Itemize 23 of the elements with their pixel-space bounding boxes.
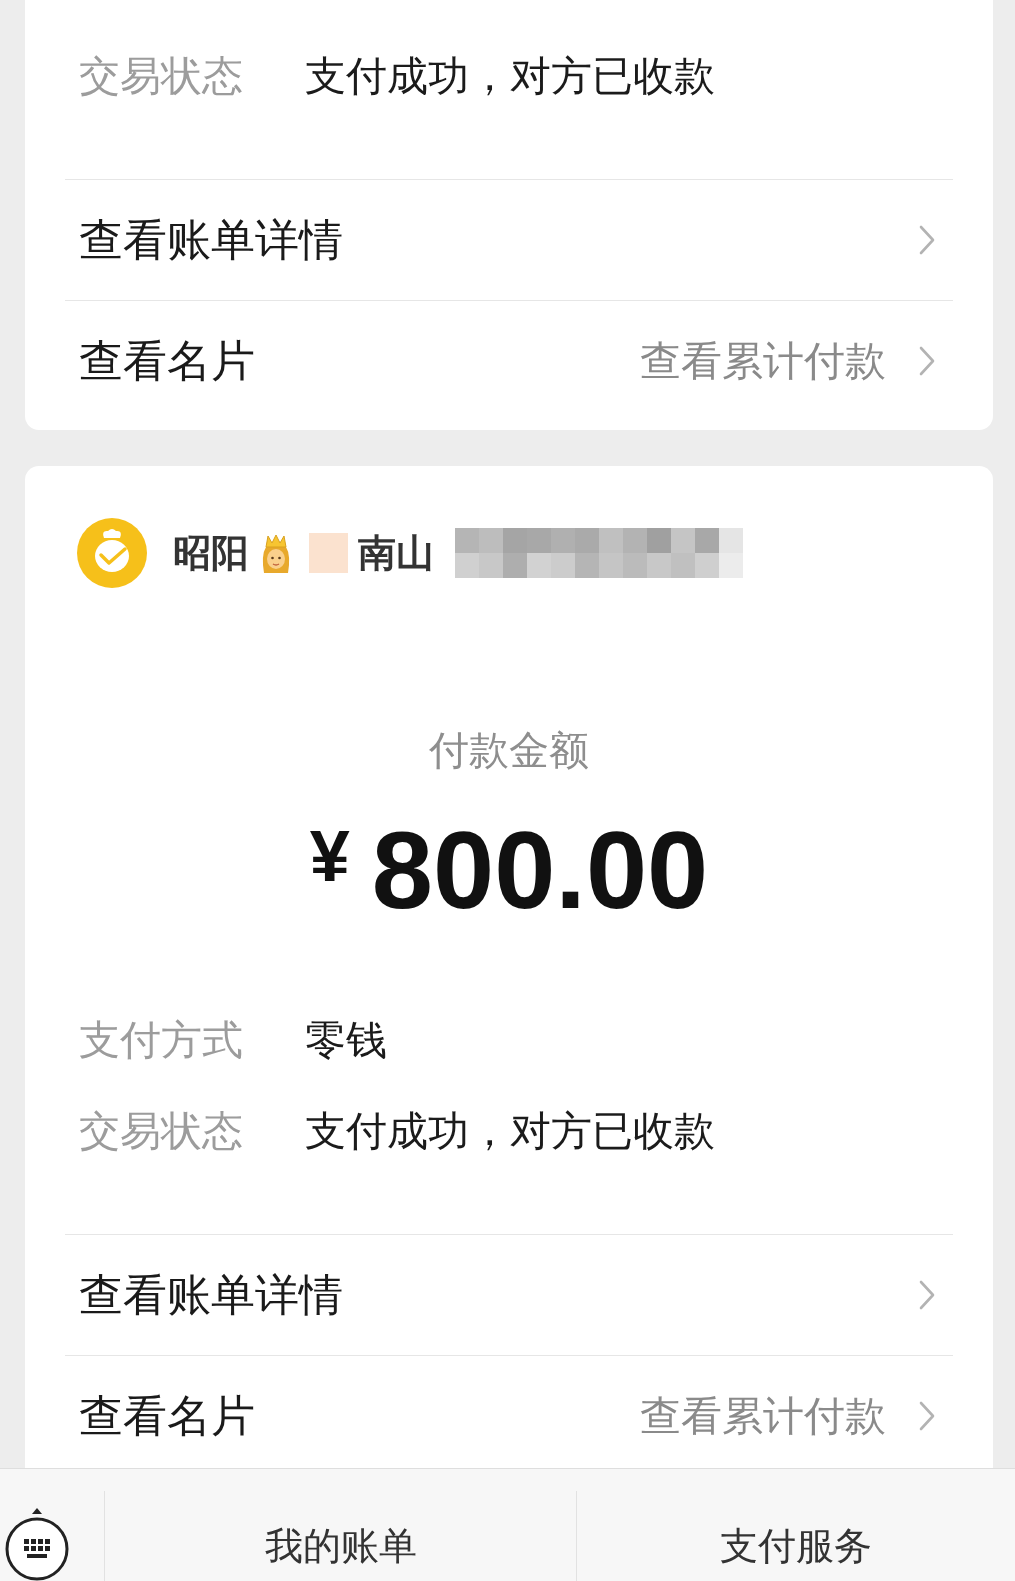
tab[interactable]: 支付服务: [576, 1491, 1015, 1581]
chevron-right-icon: [919, 1401, 935, 1431]
field-label: 支付方式: [79, 1015, 243, 1066]
field-label: 交易状态: [79, 51, 243, 102]
amount-value: 800.00: [371, 815, 709, 925]
field-value: 零钱: [305, 1015, 387, 1066]
amount-label: 付款金额: [429, 726, 589, 775]
square-glyph-icon: [309, 533, 348, 573]
list-item-label[interactable]: 查看名片: [79, 1388, 255, 1444]
chevron-right-icon: [919, 346, 935, 376]
list-item-label[interactable]: 查看名片: [79, 333, 255, 389]
currency-symbol: ¥: [309, 820, 350, 892]
field-value: 支付成功，对方已收款: [305, 51, 715, 102]
money-bag-check-icon: [77, 518, 147, 588]
field-value: 支付成功，对方已收款: [305, 1106, 715, 1157]
list-item-label[interactable]: 查看账单详情: [79, 1267, 343, 1323]
payee-name: 昭阳: [173, 530, 249, 577]
list-item-label[interactable]: 查看账单详情: [79, 212, 343, 268]
field-label: 交易状态: [79, 1106, 243, 1157]
tab[interactable]: 我的账单: [104, 1491, 576, 1581]
chevron-right-icon: [919, 225, 935, 255]
payee-name: 南山: [358, 530, 434, 577]
chevron-right-icon: [919, 1280, 935, 1310]
